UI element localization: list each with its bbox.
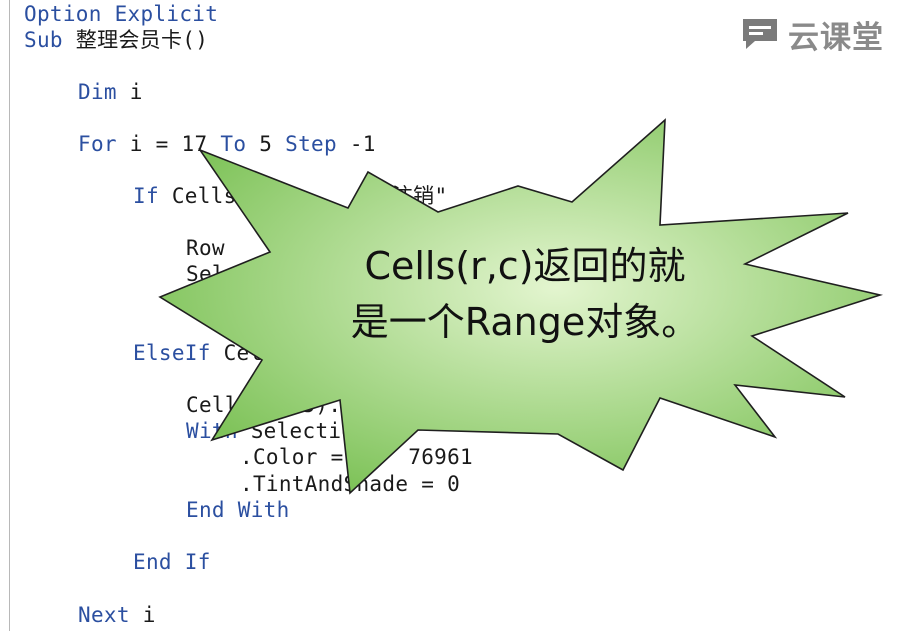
- callout-text: Cells(r,c)返回的就 是一个Range对象。: [300, 238, 750, 350]
- callout-line-2: 是一个Range对象。: [350, 300, 700, 344]
- callout-line-1: Cells(r,c)返回的就: [364, 244, 686, 288]
- callout-burst: Cells(r,c)返回的就 是一个Range对象。: [0, 0, 898, 631]
